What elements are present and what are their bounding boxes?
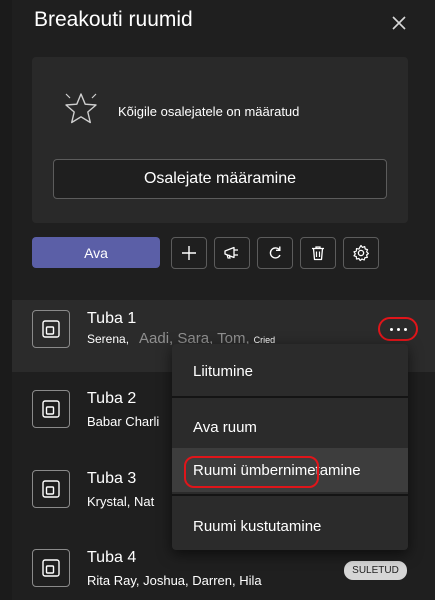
assign-participants-button[interactable]: Osalejate määramine [53,159,387,199]
more-options-button[interactable] [378,317,418,341]
menu-item-rename-room[interactable]: Ruumi ümbernimetamine [172,448,408,492]
room-members: Krystal, Nat [87,494,155,509]
room-door-icon [42,320,60,338]
megaphone-icon [224,246,238,259]
more-icon-dot [403,327,407,331]
star-icon [65,93,97,124]
room-door-icon [42,559,60,577]
menu-divider [172,494,408,496]
room-members-text: Serena, [87,332,130,346]
room-members: Babar Charli [87,414,160,429]
more-icon-dot [389,327,393,331]
room-icon [32,310,70,348]
room-icon [32,390,70,428]
add-icon [182,246,196,260]
announcement-button[interactable] [214,237,250,269]
room-members: Rita Ray, Joshua, Darren, Hila [87,573,262,588]
status-badge: SULETUD [344,561,407,580]
side-rail [0,0,12,600]
menu-item-delete-room[interactable]: Ruumi kustutamine [172,504,408,548]
room-door-icon [42,480,60,498]
room-icon [32,470,70,508]
open-rooms-button[interactable]: Ava [32,237,160,268]
room-name: Tuba 3 [87,470,137,487]
menu-divider [172,396,408,398]
close-button[interactable] [387,11,411,35]
refresh-icon [269,246,281,259]
close-icon [392,16,406,30]
trash-icon [312,246,324,261]
assignment-card: Kõigile osalejatele on määratud Osalejat… [32,57,408,223]
room-icon [32,549,70,587]
room-context-menu: Liitumine Ava ruum Ruumi ümbernimetamine… [172,344,408,550]
more-icon-dot [396,327,400,331]
add-room-button[interactable] [171,237,207,269]
room-door-icon [42,400,60,418]
menu-item-open-room[interactable]: Ava ruum [172,405,408,449]
assignment-status: Kõigile osalejatele on määratud [118,104,300,119]
panel-title: Breakouti ruumid [34,8,193,31]
room-name: Tuba 2 [87,390,137,407]
menu-item-join[interactable]: Liitumine [172,349,408,393]
room-name: Tuba 1 [87,310,137,327]
room-name: Tuba 4 [87,549,137,566]
room-settings-button[interactable] [343,237,379,269]
settings-icon [353,244,369,262]
recreate-rooms-button[interactable] [257,237,293,269]
delete-rooms-button[interactable] [300,237,336,269]
